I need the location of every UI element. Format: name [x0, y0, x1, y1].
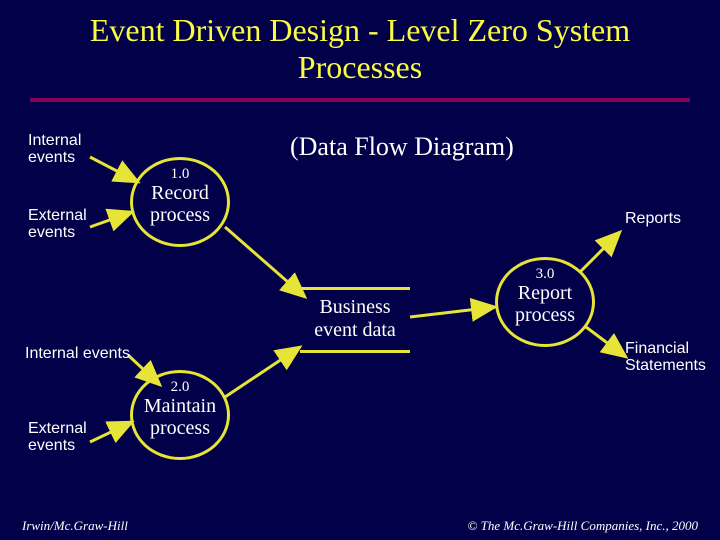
process-id: 3.0 — [498, 266, 592, 283]
datastore-business-event-data: Business event data — [300, 287, 410, 353]
process-maintain: 2.0 Maintain process — [130, 370, 230, 460]
label-internal-events-1: Internal events — [28, 132, 81, 167]
arrow-external2-to-p2 — [90, 422, 132, 442]
subtitle: (Data Flow Diagram) — [290, 132, 514, 162]
slide-title: Event Driven Design - Level Zero System … — [0, 0, 720, 94]
process-name: Maintain process — [144, 395, 216, 439]
arrow-p2-to-ds — [225, 347, 300, 397]
arrow-p3-to-financial — [586, 327, 626, 357]
process-record: 1.0 Record process — [130, 157, 230, 247]
label-financial-statements: Financial Statements — [625, 340, 706, 375]
footer-left: Irwin/Mc.Graw-Hill — [22, 518, 128, 534]
process-id: 1.0 — [133, 166, 227, 183]
process-id: 2.0 — [133, 379, 227, 396]
arrow-external1-to-p1 — [90, 212, 132, 227]
label-external-events-1: External events — [28, 207, 87, 242]
footer-right: © The Mc.Graw-Hill Companies, Inc., 2000 — [468, 518, 699, 534]
diagram-stage: (Data Flow Diagram) Internal events Exte… — [0, 102, 720, 522]
label-internal-events-2: Internal events — [25, 345, 130, 363]
process-name: Record process — [150, 182, 210, 226]
arrow-ds-to-p3 — [410, 307, 495, 317]
arrow-p1-to-ds — [225, 227, 305, 297]
process-report: 3.0 Report process — [495, 257, 595, 347]
arrow-internal1-to-p1 — [90, 157, 138, 182]
process-name: Report process — [515, 282, 575, 326]
footer: Irwin/Mc.Graw-Hill © The Mc.Graw-Hill Co… — [0, 518, 720, 534]
label-reports: Reports — [625, 210, 681, 228]
label-external-events-2: External events — [28, 420, 87, 455]
